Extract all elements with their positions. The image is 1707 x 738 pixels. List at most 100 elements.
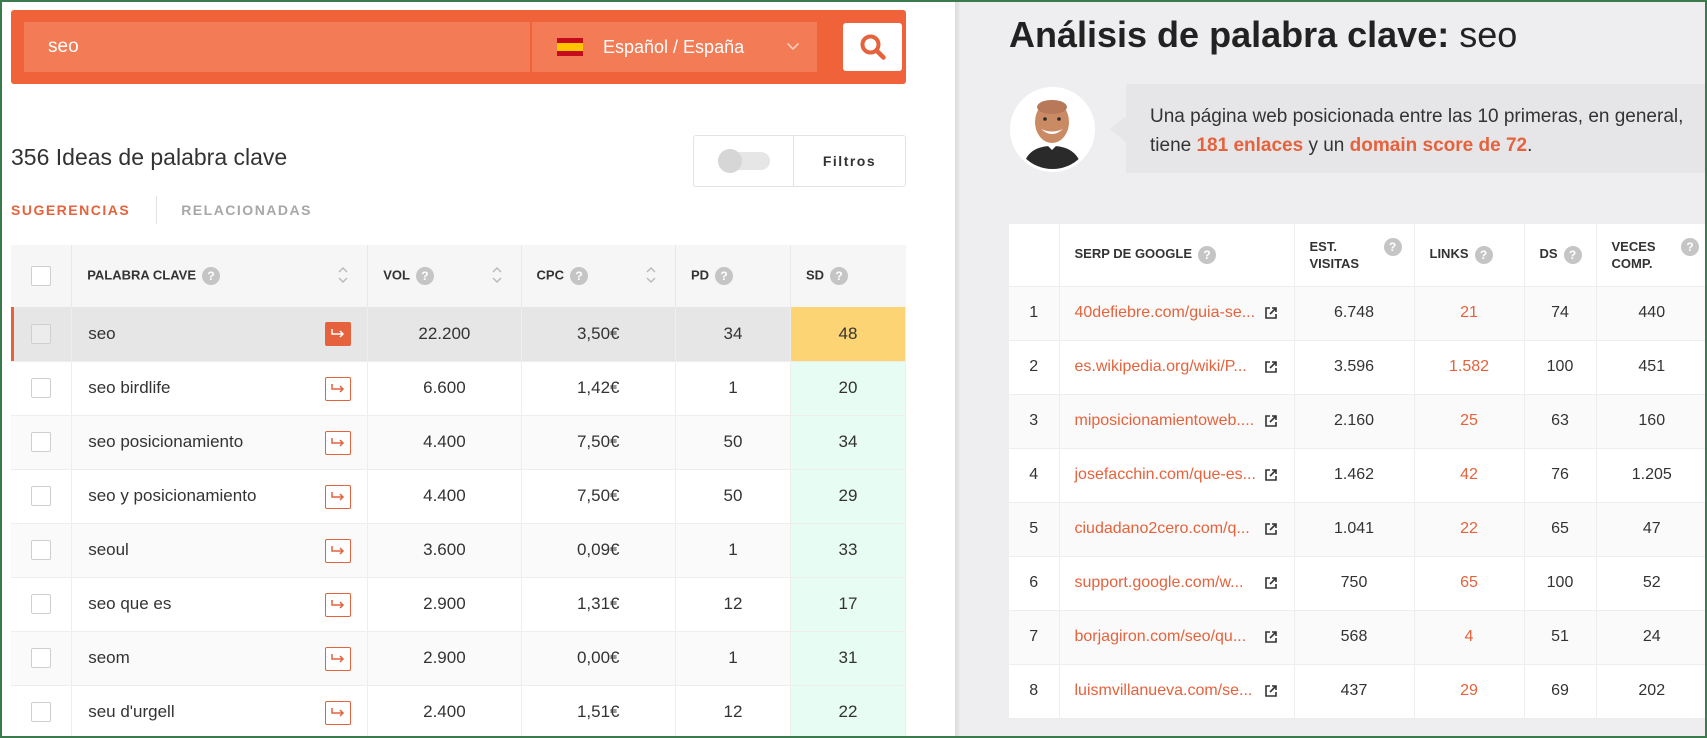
sd-cell: 31 [790, 631, 907, 686]
external-link-icon[interactable] [1264, 360, 1278, 374]
filters-toggle[interactable] [717, 149, 770, 173]
keyword-text[interactable]: seo y posicionamiento [88, 486, 256, 505]
keyword-text[interactable]: seu d'urgell [88, 702, 174, 721]
links-cell[interactable]: 29 [1414, 664, 1525, 719]
table-row[interactable]: seom 2.900 0,00€ 1 31 [11, 631, 907, 686]
help-icon[interactable]: ? [415, 267, 434, 285]
links-cell[interactable]: 4 [1414, 610, 1525, 665]
serp-url-link[interactable]: ciudadano2cero.com/q... [1075, 520, 1250, 537]
analyze-keyword-button[interactable] [325, 484, 352, 509]
ds-column-header[interactable]: DS? [1524, 224, 1597, 287]
insight-links-highlight: 181 enlaces [1196, 135, 1304, 156]
analyze-keyword-button[interactable] [325, 430, 352, 455]
help-icon[interactable]: ? [202, 267, 220, 285]
keyword-text[interactable]: seo birdlife [88, 378, 170, 397]
serp-url-link[interactable]: support.google.com/w... [1075, 574, 1244, 591]
table-row[interactable]: seo 22.200 3,50€ 34 48 [11, 307, 907, 362]
sd-column-header[interactable]: SD? [790, 245, 906, 307]
help-icon[interactable]: ? [1198, 246, 1217, 265]
search-input[interactable] [24, 22, 530, 72]
row-checkbox[interactable] [31, 702, 52, 722]
filters-button[interactable]: Filtros [794, 136, 905, 186]
tab-suggestions[interactable]: SUGERENCIAS [11, 202, 156, 218]
rank-cell: 4 [1009, 448, 1060, 503]
table-row[interactable]: seoul 3.600 0,09€ 1 33 [11, 523, 907, 578]
help-icon[interactable]: ? [1383, 238, 1402, 256]
external-link-icon[interactable] [1264, 306, 1278, 320]
links-cell[interactable]: 21 [1414, 286, 1525, 341]
serp-url-link[interactable]: borjagiron.com/seo/qu... [1075, 628, 1247, 645]
links-column-header[interactable]: LINKS? [1414, 224, 1525, 287]
search-button[interactable] [843, 23, 902, 71]
external-link-icon[interactable] [1264, 684, 1278, 698]
tab-related[interactable]: RELACIONADAS [157, 202, 312, 218]
links-cell[interactable]: 42 [1414, 448, 1525, 503]
help-icon[interactable]: ? [570, 267, 588, 285]
analysis-title-prefix: Análisis de palabra clave: [1009, 14, 1450, 55]
cpc-column-header[interactable]: CPC? [521, 245, 676, 307]
analyze-keyword-button[interactable] [325, 592, 352, 617]
external-link-icon[interactable] [1264, 576, 1278, 590]
keyword-text[interactable]: seo posicionamiento [88, 432, 243, 451]
row-checkbox[interactable] [31, 378, 52, 398]
table-row[interactable]: seo posicionamiento 4.400 7,50€ 50 34 [11, 415, 907, 470]
table-row[interactable]: seo y posicionamiento 4.400 7,50€ 50 29 [11, 469, 907, 524]
table-row[interactable]: seu d'urgell 2.400 1,51€ 12 22 [11, 685, 907, 738]
cpc-cell: 1,51€ [521, 685, 676, 738]
help-icon[interactable]: ? [1563, 246, 1582, 265]
help-icon[interactable]: ? [1681, 238, 1699, 256]
serp-url-link[interactable]: josefacchin.com/que-es... [1075, 466, 1256, 483]
links-cell[interactable]: 22 [1414, 502, 1525, 557]
select-all-checkbox[interactable] [31, 266, 52, 286]
sd-cell: 34 [790, 415, 907, 470]
shares-column-header[interactable]: VECES COMP. ? [1596, 224, 1707, 287]
analyze-keyword-button[interactable] [325, 646, 352, 671]
keyword-text[interactable]: seo que es [88, 594, 171, 613]
row-checkbox[interactable] [31, 540, 52, 560]
vol-column-header[interactable]: VOL? [367, 245, 522, 307]
external-link-icon[interactable] [1264, 630, 1278, 644]
row-checkbox[interactable] [31, 432, 52, 452]
pd-column-header[interactable]: PD? [675, 245, 791, 307]
cpc-cell: 1,42€ [521, 361, 676, 416]
shares-cell: 451 [1596, 340, 1707, 395]
links-cell[interactable]: 1.582 [1414, 340, 1525, 395]
serp-url-link[interactable]: luismvillanueva.com/se... [1075, 682, 1253, 699]
table-row[interactable]: seo birdlife 6.600 1,42€ 1 20 [11, 361, 907, 416]
analyze-keyword-button[interactable] [325, 700, 352, 725]
keyword-text[interactable]: seoul [88, 540, 129, 559]
sort-icon[interactable] [491, 263, 503, 287]
keyword-text[interactable]: seom [88, 648, 130, 667]
redirect-arrow-icon [331, 437, 345, 447]
external-link-icon[interactable] [1264, 414, 1278, 428]
serp-url-link[interactable]: es.wikipedia.org/wiki/P... [1075, 358, 1247, 375]
insight-text-mid: y un [1303, 135, 1350, 156]
keyword-text[interactable]: seo [88, 324, 115, 343]
help-icon[interactable]: ? [1474, 246, 1493, 265]
help-icon[interactable]: ? [715, 267, 734, 285]
external-link-icon[interactable] [1264, 522, 1278, 536]
row-checkbox[interactable] [31, 648, 52, 668]
serp-row: 2 es.wikipedia.org/wiki/P... 3.596 1.582… [1009, 340, 1707, 395]
links-cell[interactable]: 65 [1414, 556, 1525, 611]
sort-icon[interactable] [337, 263, 349, 287]
links-cell[interactable]: 25 [1414, 394, 1525, 449]
sort-icon[interactable] [645, 263, 657, 287]
url-cell: josefacchin.com/que-es... [1059, 448, 1295, 503]
analyze-keyword-button[interactable] [325, 376, 352, 401]
row-checkbox[interactable] [31, 594, 52, 614]
ds-cell: 100 [1524, 556, 1597, 611]
keyword-column-header[interactable]: PALABRA CLAVE? [71, 245, 369, 307]
serp-url-link[interactable]: 40defiebre.com/guia-se... [1075, 304, 1256, 321]
help-icon[interactable]: ? [830, 267, 849, 285]
visits-column-header[interactable]: EST. VISITAS ? [1294, 224, 1415, 287]
row-checkbox[interactable] [31, 486, 52, 506]
analyze-keyword-button[interactable] [325, 538, 352, 563]
external-link-icon[interactable] [1264, 468, 1278, 482]
language-select[interactable]: Español / España [532, 22, 817, 72]
serp-url-link[interactable]: miposicionamientoweb.... [1075, 412, 1255, 429]
keyword-cell: seo birdlife [71, 361, 369, 416]
table-row[interactable]: seo que es 2.900 1,31€ 12 17 [11, 577, 907, 632]
analyze-keyword-button[interactable] [325, 322, 352, 346]
row-checkbox[interactable] [31, 323, 52, 344]
